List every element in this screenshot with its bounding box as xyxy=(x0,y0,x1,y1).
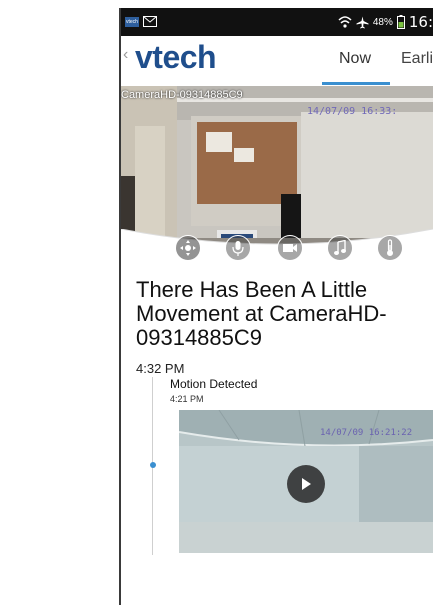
camera-timestamp-overlay: 14/07/09 16:33: xyxy=(307,106,398,117)
play-icon xyxy=(302,478,311,490)
back-icon[interactable]: ‹ xyxy=(123,46,128,64)
alert-headline: There Has Been A Little Movement at Came… xyxy=(136,277,387,350)
app-notification-icon: vtech xyxy=(125,17,139,27)
airplane-icon xyxy=(356,16,369,28)
tab-selected-indicator xyxy=(322,82,390,85)
video-camera-icon[interactable] xyxy=(277,235,303,261)
play-button[interactable] xyxy=(287,465,325,503)
clip-timestamp-overlay: 14/07/09 16:21:22 xyxy=(320,428,413,438)
mail-icon xyxy=(143,16,157,27)
battery-percent: 48% xyxy=(372,16,393,28)
tab-earlier[interactable]: Earli xyxy=(401,50,433,68)
thermometer-icon[interactable] xyxy=(377,235,403,261)
music-note-icon[interactable] xyxy=(327,235,353,261)
status-bar: vtech 48% 16: xyxy=(121,8,433,36)
camera-name-overlay: CameraHD-09314885C9 xyxy=(121,89,243,101)
tab-now[interactable]: Now xyxy=(339,50,371,68)
camera-controls xyxy=(121,229,433,272)
wifi-icon xyxy=(338,16,352,28)
vtech-logo: vtech xyxy=(135,39,217,75)
motion-clip-thumbnail[interactable]: 14/07/09 16:21:22 xyxy=(179,410,433,553)
pan-tilt-icon[interactable] xyxy=(175,235,201,261)
alert-time: 4:32 PM xyxy=(136,361,185,376)
timeline-marker xyxy=(150,462,156,468)
status-icons: 48% 16: xyxy=(338,12,433,32)
event-title: Motion Detected xyxy=(170,377,258,391)
microphone-icon[interactable] xyxy=(225,235,251,261)
camera-live-view[interactable]: CameraHD-09314885C9 14/07/09 16:33: xyxy=(121,86,433,272)
app-bar: ‹ vtech Now Earli xyxy=(121,36,433,86)
clock: 16: xyxy=(408,13,433,31)
event-time: 4:21 PM xyxy=(170,394,204,404)
phone-screen: vtech 48% 16: ‹ vtech Now Earli CameraHD… xyxy=(121,8,433,605)
screenshot-frame: vtech 48% 16: ‹ vtech Now Earli CameraHD… xyxy=(0,0,433,605)
battery-icon xyxy=(396,15,405,29)
